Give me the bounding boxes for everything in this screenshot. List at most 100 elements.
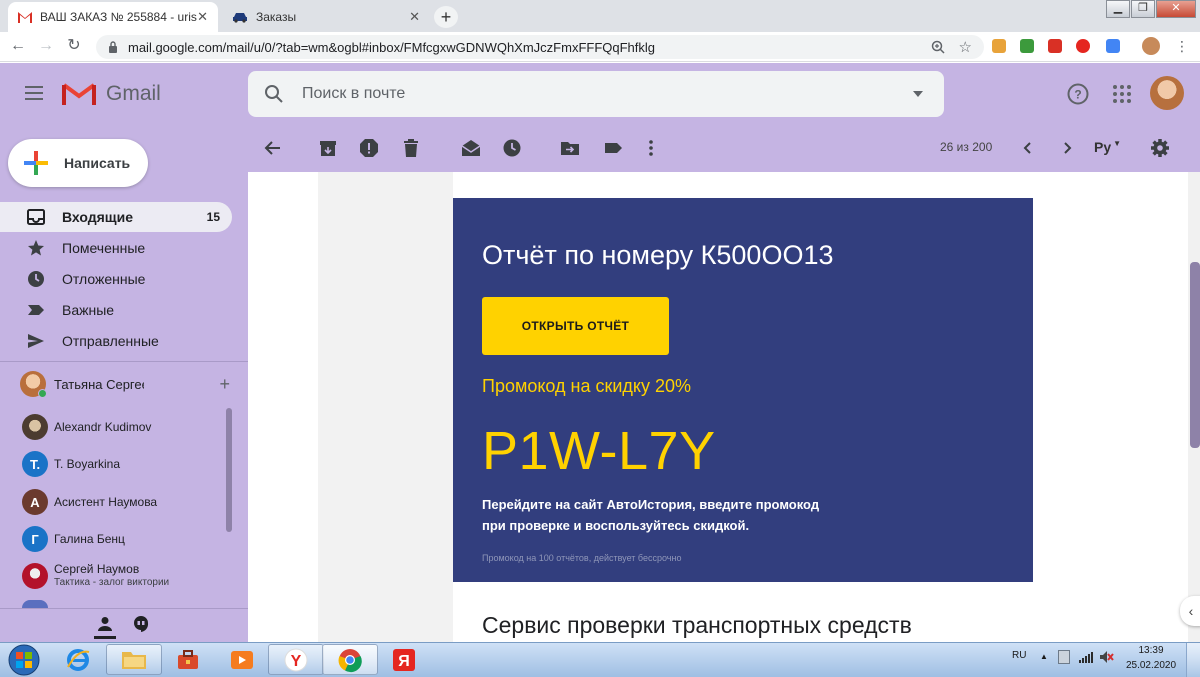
contact-status: Тактика - залог виктории [54,577,170,588]
volume-muted-icon[interactable] [1098,649,1114,665]
file-explorer-icon[interactable] [106,644,162,675]
toolbox-app-icon[interactable] [160,644,216,675]
gmail-favicon-icon [18,11,32,23]
help-icon[interactable]: ? [1066,82,1090,106]
report-title: Отчёт по номеру К500ОО13 [482,240,834,270]
reload-icon[interactable]: ↻ [64,36,84,56]
sidebar-divider [0,361,248,362]
keyboard-language[interactable]: RU [1012,650,1026,661]
account-avatar[interactable] [1150,76,1184,110]
gmail-extension-icon[interactable] [1048,39,1062,53]
zoom-icon[interactable] [931,40,945,54]
sidebar-scrollbar[interactable] [226,408,232,532]
opera-extension-icon[interactable] [1076,39,1090,53]
nav-item-sent[interactable]: Отправленные [0,326,232,356]
contact-item[interactable]: Г Галина Бенц [22,523,222,555]
hangouts-user[interactable]: Татьяна Сергее + [20,370,230,398]
hangouts-footer [0,608,248,642]
yandex-browser-icon[interactable]: Y [268,644,324,675]
lock-icon [108,41,118,53]
input-language-label: Ру [1094,139,1112,155]
hangouts-chat-icon[interactable] [132,615,150,633]
inbox-icon [26,207,46,227]
back-to-inbox-icon[interactable] [262,137,284,159]
profile-avatar-icon[interactable] [1142,37,1160,55]
contact-item[interactable]: A Асистент Наумова [22,486,222,518]
extension-icon[interactable] [1020,39,1034,53]
open-report-button[interactable]: ОТКРЫТЬ ОТЧЁТ [482,297,669,355]
tab-title: Заказы [256,10,297,24]
new-tab-button[interactable]: + [434,6,458,28]
input-language-button[interactable]: Ру ▼ [1094,139,1121,155]
nav-item-inbox[interactable]: Входящие 15 [0,202,232,232]
contact-item[interactable]: Alexandr Kudimov [22,411,222,443]
dropdown-arrow-icon: ▼ [1113,139,1122,148]
close-window-button[interactable]: ✕ [1156,0,1196,18]
address-bar[interactable]: mail.google.com/mail/u/0/?tab=wm&ogbl#in… [96,35,984,59]
hangouts-user-name: Татьяна Сергее [54,376,144,392]
settings-gear-icon[interactable] [1149,137,1171,159]
delete-icon[interactable] [400,137,422,159]
back-icon[interactable]: ← [8,36,28,56]
archive-icon[interactable] [317,137,339,159]
close-tab-icon[interactable]: ✕ [197,9,208,25]
translate-extension-icon[interactable] [1106,39,1120,53]
older-chevron-icon[interactable] [1056,137,1078,159]
close-tab-icon[interactable]: ✕ [409,9,420,25]
yandex-icon[interactable]: Я [376,644,432,675]
apps-grid-icon[interactable] [1110,82,1134,106]
nav-label: Отправленные [62,333,159,349]
more-options-icon[interactable] [640,137,662,159]
network-signal-icon[interactable] [1078,650,1094,664]
tab-gmail-order[interactable]: ВАШ ЗАКАЗ № 255884 - urist13 ✕ [8,2,218,32]
nav-item-snoozed[interactable]: Отложенные [0,264,232,294]
move-to-icon[interactable] [559,137,581,159]
main-menu-icon[interactable] [22,82,48,104]
contact-name: Alexandr Kudimov [54,420,152,434]
newer-chevron-icon[interactable] [1017,137,1039,159]
nav-item-starred[interactable]: Помеченные [0,233,232,263]
promo-description: Перейдите на сайт АвтоИстория, введите п… [482,494,842,536]
gmail-logo[interactable]: Gmail [62,78,192,110]
message-scrollbar-thumb[interactable] [1190,262,1200,448]
forward-icon[interactable]: → [36,36,56,56]
chrome-menu-icon[interactable]: ⋮ [1172,36,1192,56]
search-bar[interactable]: Поиск в почте [248,71,944,117]
label-icon[interactable] [602,137,624,159]
add-contact-icon[interactable]: + [219,374,230,395]
snooze-icon[interactable] [501,137,523,159]
active-tab-indicator [94,636,116,639]
url-text: mail.google.com/mail/u/0/?tab=wm&ogbl#in… [128,39,656,55]
contact-name: Сергей Наумов [54,562,140,576]
action-center-flag-icon[interactable] [1058,650,1070,664]
nav-label: Входящие [62,209,133,225]
bookmark-star-icon[interactable]: ☆ [959,38,972,56]
contact-item[interactable]: Сергей Наумов Тактика - залог виктории [22,560,222,592]
search-icon[interactable] [264,84,284,104]
chrome-taskbar-icon[interactable] [322,644,378,675]
report-spam-icon[interactable] [358,137,380,159]
minimize-window-button[interactable]: ▁ [1106,0,1130,18]
windows-start-button[interactable] [2,643,46,677]
svg-text:Я: Я [398,653,410,670]
clock-date[interactable]: 25.02.2020 [1124,660,1178,671]
compose-button[interactable]: Написать [8,139,148,187]
contact-name: Галина Бенц [54,532,125,546]
clock-time[interactable]: 13:39 [1128,645,1174,656]
maximize-window-button[interactable]: ❐ [1131,0,1155,18]
show-desktop-button[interactable] [1186,643,1200,677]
online-status-icon [38,389,47,398]
mark-unread-icon[interactable] [460,137,482,159]
contacts-person-icon[interactable] [96,615,114,633]
contact-item[interactable]: T. T. Boyarkina [22,448,222,480]
show-hidden-icons-icon[interactable]: ▲ [1040,652,1048,661]
nav-item-important[interactable]: Важные [0,295,232,325]
important-icon [26,300,46,320]
media-player-icon[interactable] [214,644,270,675]
side-panel-toggle-icon[interactable]: ‹ [1180,596,1200,626]
search-options-icon[interactable] [912,90,924,98]
tab-orders[interactable]: Заказы ✕ [222,2,430,32]
extension-icon[interactable] [992,39,1006,53]
internet-explorer-icon[interactable] [50,644,106,675]
avatar [20,371,47,398]
